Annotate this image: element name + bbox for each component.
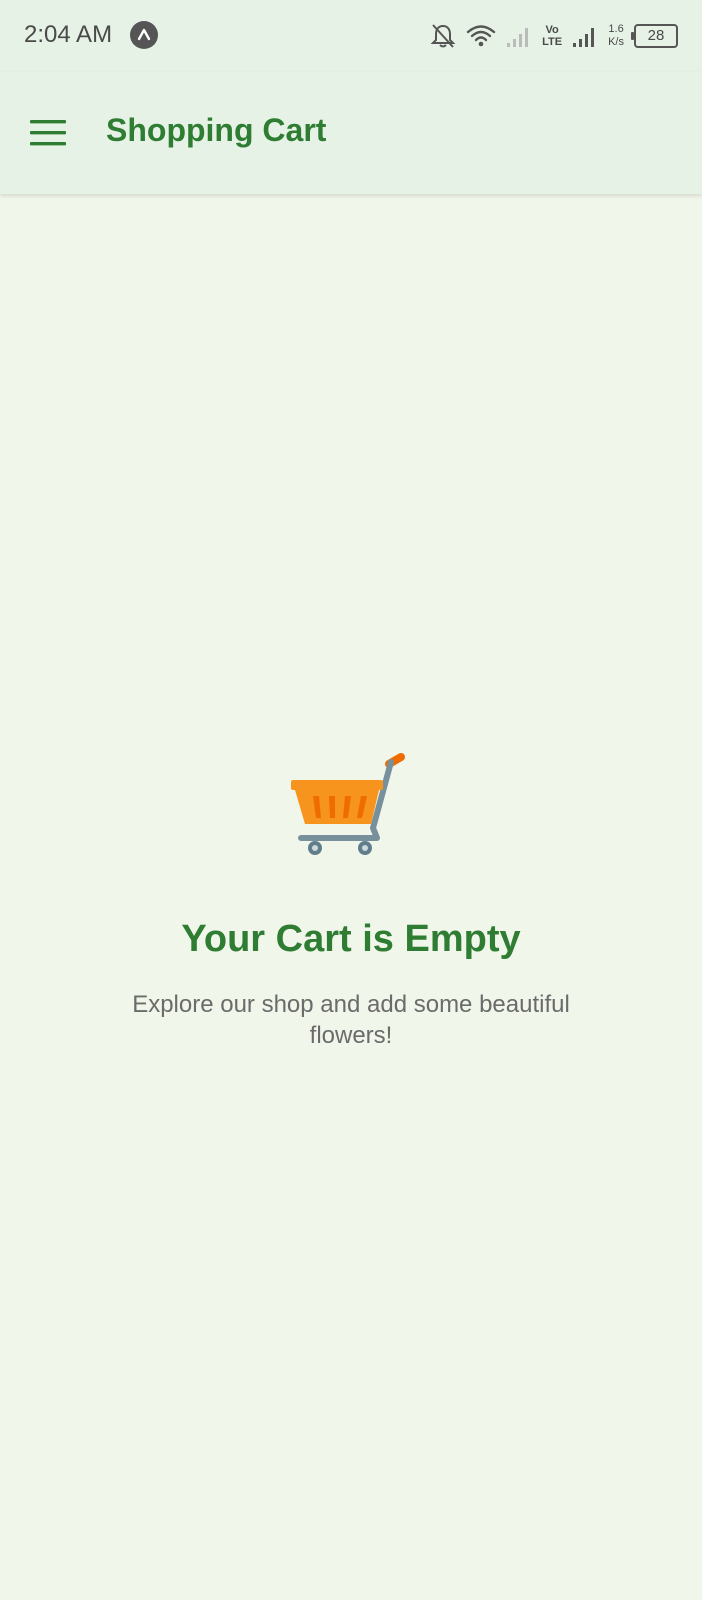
wifi-icon [466,23,496,49]
net-speed-value: 1.6 [608,23,624,35]
signal-sim1-icon [506,23,532,49]
hamburger-menu-icon [30,120,66,146]
status-icons: Vo LTE 1.6 K/s 28 [430,18,678,54]
empty-cart-state: Your Cart is Empty Explore our shop and … [0,740,702,1051]
net-speed-unit: K/s [608,36,624,48]
status-time: 2:04 AM [24,21,113,48]
app-notification-icon [130,21,158,49]
shopping-cart-icon [291,753,405,855]
empty-cart-message: Explore our shop and add some beautiful … [132,991,570,1049]
app-bar: Shopping Cart [0,72,702,194]
menu-button[interactable] [26,115,70,151]
battery-icon: 28 [631,24,678,48]
network-speed: 1.6 K/s [608,23,624,49]
signal-sim2-icon [572,23,598,49]
page-title: Shopping Cart [106,112,327,148]
battery-level: 28 [647,27,665,44]
volte-icon: Vo LTE [542,24,562,48]
volte-bottom-label: LTE [542,36,563,48]
volte-top-label: Vo [545,24,559,36]
status-bar: 2:04 AM Vo LTE 1.6 K/s 28 [0,0,702,72]
empty-cart-title: Your Cart is Empty [181,918,521,960]
notifications-muted-icon [430,22,456,50]
